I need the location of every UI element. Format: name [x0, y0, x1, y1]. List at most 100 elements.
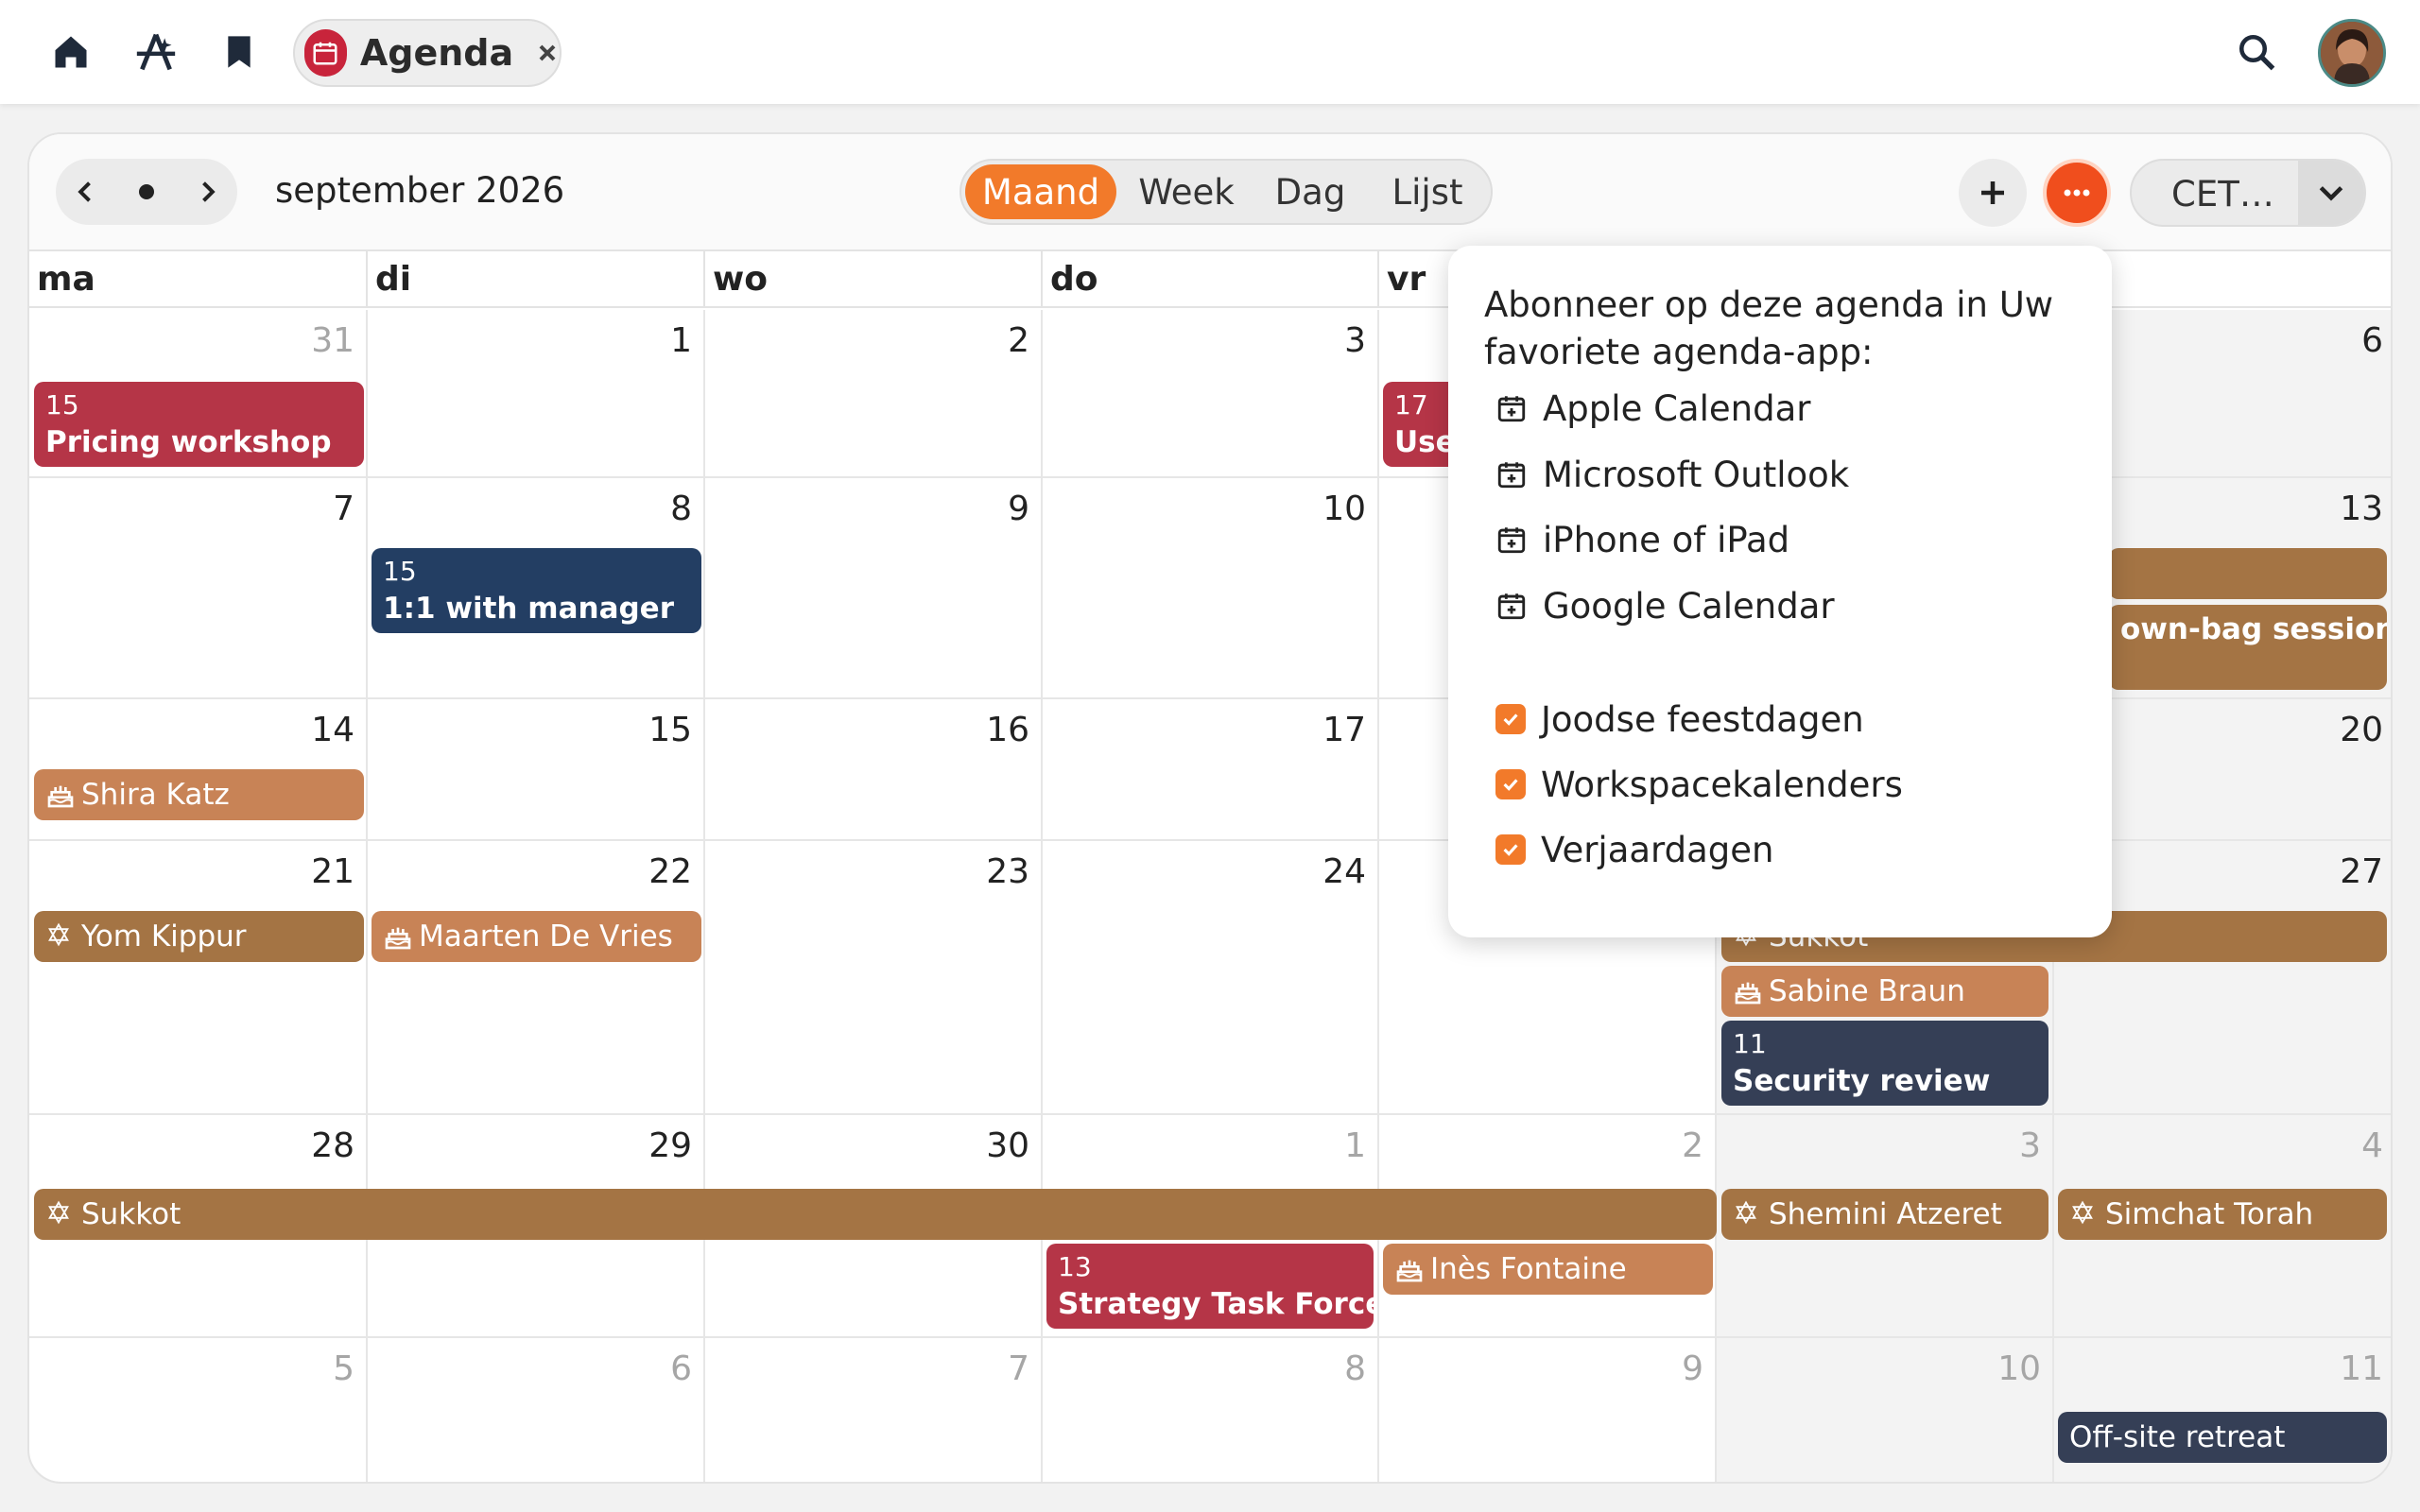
- day-cell[interactable]: 3: [1043, 310, 1379, 478]
- event-shemini-atzeret[interactable]: Shemini Atzeret: [1721, 1189, 2048, 1240]
- day-cell[interactable]: 16: [705, 699, 1043, 841]
- search-button[interactable]: [2227, 23, 2286, 81]
- day-cell[interactable]: 9: [1379, 1338, 1717, 1482]
- subscribe-app-label: Microsoft Outlook: [1543, 454, 1850, 495]
- day-cell[interactable]: 10: [1043, 478, 1379, 699]
- event-time: 15: [383, 556, 417, 587]
- checkbox-checked[interactable]: [1495, 834, 1526, 865]
- day-cell[interactable]: 22: [368, 841, 705, 1115]
- day-cell[interactable]: 7: [29, 478, 368, 699]
- add-event-button[interactable]: [1959, 159, 2027, 227]
- day-number: 9: [1008, 490, 1029, 528]
- event-birthday-maarten-de-vries[interactable]: Maarten De Vries: [372, 911, 701, 962]
- event-off-site-retreat[interactable]: Off-site retreat: [2058, 1412, 2387, 1463]
- subscribe-app-label: Apple Calendar: [1543, 387, 1811, 429]
- calendar-plus-icon: [1497, 462, 1526, 489]
- event-sukkot[interactable]: Sukkot: [34, 1189, 1717, 1240]
- event-yom-kippur[interactable]: Yom Kippur: [34, 911, 364, 962]
- birthday-cake-icon: [1733, 976, 1763, 1006]
- avatar[interactable]: [2318, 19, 2386, 87]
- event-title: Strategy Task Force: [1058, 1287, 1374, 1321]
- day-number: 29: [648, 1126, 692, 1165]
- day-cell[interactable]: 15: [368, 699, 705, 841]
- calendar-card: september 2026 Maand Week Dag Lijst CET……: [27, 132, 2393, 1484]
- event-birthday-sabine-braun[interactable]: Sabine Braun: [1721, 966, 2048, 1017]
- home-button[interactable]: [42, 23, 100, 81]
- day-number: 7: [1008, 1349, 1029, 1388]
- calendar-plus-icon: [1497, 396, 1526, 422]
- event-title: Off-site retreat: [2069, 1420, 2286, 1454]
- day-cell[interactable]: 2: [705, 310, 1043, 478]
- view-week-button[interactable]: Week: [1120, 164, 1253, 219]
- home-icon: [55, 36, 87, 68]
- day-number: 16: [986, 711, 1029, 749]
- event-birthday-shira-katz[interactable]: Shira Katz: [34, 769, 364, 820]
- star-of-david-icon: [1733, 1199, 1763, 1229]
- more-options-button[interactable]: [2043, 159, 2111, 227]
- day-cell[interactable]: 5: [29, 1338, 368, 1482]
- day-cell[interactable]: 1: [368, 310, 705, 478]
- calendar-toggle-jewish-holidays[interactable]: Joodse feestdagen: [1495, 693, 1864, 746]
- popover-title: Abonneer op deze agenda in Uw favoriete …: [1484, 284, 2054, 372]
- checkbox-checked[interactable]: [1495, 704, 1526, 734]
- checkbox-checked[interactable]: [1495, 769, 1526, 799]
- next-month-button[interactable]: [181, 165, 233, 218]
- ai-button[interactable]: [127, 23, 185, 81]
- event-security-review[interactable]: 11 Security review: [1721, 1021, 2048, 1106]
- day-number: 10: [1322, 490, 1366, 528]
- day-cell[interactable]: 23: [705, 841, 1043, 1115]
- event-title: own-bag session: [2120, 612, 2387, 646]
- event-strategy-task-force[interactable]: 13 Strategy Task Force: [1046, 1244, 1374, 1329]
- day-number: 24: [1322, 852, 1366, 891]
- event-pricing-workshop[interactable]: 15 Pricing workshop: [34, 382, 364, 467]
- day-cell[interactable]: 7: [705, 1338, 1043, 1482]
- subscribe-apple-calendar[interactable]: Apple Calendar: [1495, 382, 1810, 435]
- today-button[interactable]: [120, 165, 173, 218]
- day-cell[interactable]: 9: [705, 478, 1043, 699]
- timezone-value: CET…: [2171, 174, 2274, 215]
- day-number: 2: [1008, 321, 1029, 360]
- event-title: Pricing workshop: [45, 425, 332, 459]
- subscribe-app-label: Google Calendar: [1543, 585, 1835, 627]
- previous-month-button[interactable]: [60, 165, 112, 218]
- star-of-david-icon: [2069, 1199, 2100, 1229]
- day-cell[interactable]: 21: [29, 841, 368, 1115]
- close-tab-button[interactable]: [534, 39, 560, 67]
- chevron-left-icon: [78, 181, 91, 202]
- event-birthday-ines-fontaine[interactable]: Inès Fontaine: [1383, 1244, 1713, 1295]
- day-number: 28: [311, 1126, 354, 1165]
- event-simchat-torah[interactable]: Simchat Torah: [2058, 1189, 2387, 1240]
- weekday-label: wo: [705, 251, 1043, 308]
- subscribe-microsoft-outlook[interactable]: Microsoft Outlook: [1495, 448, 1849, 501]
- calendar-plus-icon: [1497, 593, 1526, 620]
- day-number: 14: [311, 711, 354, 749]
- calendar-toggle-birthdays[interactable]: Verjaardagen: [1495, 823, 1773, 876]
- subscribe-iphone-ipad[interactable]: iPhone of iPad: [1495, 513, 1789, 566]
- day-cell[interactable]: 24: [1043, 841, 1379, 1115]
- calendar-toggle-workspace[interactable]: Workspacekalenders: [1495, 758, 1903, 811]
- calendar-toggle-label: Verjaardagen: [1541, 829, 1774, 870]
- view-list-button[interactable]: Lijst: [1368, 164, 1487, 219]
- day-number: 31: [311, 321, 354, 360]
- app-tab-agenda[interactable]: Agenda: [293, 19, 562, 87]
- event-title: 1:1 with manager: [383, 592, 674, 626]
- day-cell[interactable]: 10: [1717, 1338, 2054, 1482]
- birthday-cake-icon: [383, 921, 413, 952]
- weekday-label: ma: [29, 251, 368, 308]
- event-bar-week2[interactable]: [2109, 548, 2387, 599]
- day-number: 11: [2340, 1349, 2383, 1388]
- subscribe-google-calendar[interactable]: Google Calendar: [1495, 579, 1835, 632]
- day-cell[interactable]: 17: [1043, 699, 1379, 841]
- view-day-button[interactable]: Dag: [1254, 164, 1366, 219]
- view-month-button[interactable]: Maand: [965, 164, 1116, 219]
- event-1-1-with-manager[interactable]: 15 1:1 with manager: [372, 548, 701, 633]
- day-cell[interactable]: 6: [368, 1338, 705, 1482]
- view-switcher: Maand Week Dag Lijst: [959, 159, 1493, 225]
- day-cell[interactable]: 8: [1043, 1338, 1379, 1482]
- bookmark-button[interactable]: [210, 23, 268, 81]
- search-icon: [2238, 34, 2275, 71]
- day-number: 8: [1344, 1349, 1366, 1388]
- timezone-select[interactable]: CET…: [2130, 159, 2366, 227]
- day-number: 7: [333, 490, 354, 528]
- event-brown-bag-session[interactable]: own-bag session: [2109, 605, 2387, 690]
